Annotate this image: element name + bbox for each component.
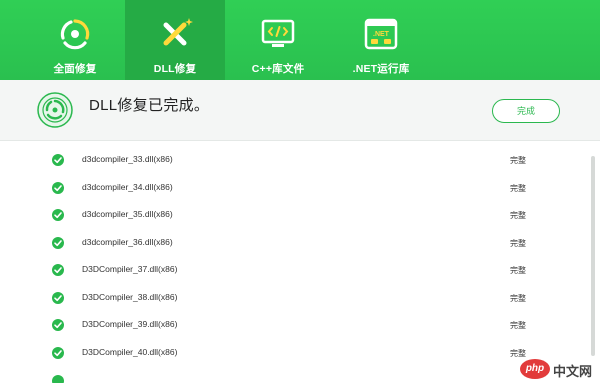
list-item: D3DCompiler_40.dll(x86) 完整 [0,340,580,367]
tab-cpp-library[interactable]: C++库文件 [228,0,328,80]
tab-label: C++库文件 [251,63,305,75]
php-cn-watermark: php 中文网 [520,359,598,381]
check-icon [52,154,64,166]
list-item: d3dcompiler_33.dll(x86) 完整 [0,147,580,174]
repair-complete-icon [37,92,73,128]
tab-dotnet-runtime[interactable]: .NET .NET运行库 [331,0,431,80]
file-name: d3dcompiler_33.dll(x86) [82,154,173,164]
net-badge-text: .NET [373,31,390,38]
file-status: 完整 [510,349,526,358]
file-status: 完整 [510,211,526,220]
file-name: D3DCompiler_40.dll(x86) [82,347,178,357]
status-message: DLL修复已完成。 [89,97,210,114]
refresh-icon [60,19,90,50]
check-icon [52,347,64,359]
tab-dll-repair[interactable]: DLL修复 [125,0,225,80]
file-name: d3dcompiler_36.dll(x86) [82,237,173,247]
tab-label: DLL修复 [153,63,197,75]
file-name: d3dcompiler_35.dll(x86) [82,209,173,219]
list-item: d3dcompiler_36.dll(x86) 完整 [0,230,580,257]
file-name: D3DCompiler_37.dll(x86) [82,264,178,274]
tab-full-repair[interactable]: 全面修复 [25,0,125,80]
watermark-text: 中文网 [553,364,593,379]
file-name: d3dcompiler_34.dll(x86) [82,182,173,192]
list-scrollbar[interactable] [591,156,595,356]
check-icon [52,237,64,249]
list-item: D3DCompiler_37.dll(x86) 完整 [0,257,580,284]
file-status: 完整 [510,266,526,275]
list-item: D3DCompiler_39.dll(x86) 完整 [0,312,580,339]
file-status: 完整 [510,156,526,165]
file-status: 完整 [510,184,526,193]
tab-label: .NET运行库 [352,63,410,75]
check-icon [52,319,64,331]
file-name: D3DCompiler_38.dll(x86) [82,292,178,302]
check-icon [52,209,64,221]
php-logo: php [520,359,550,379]
dll-file-list: d3dcompiler_33.dll(x86) 完整 d3dcompiler_3… [0,146,600,383]
done-button[interactable]: 完成 [492,99,560,123]
file-status: 完整 [510,239,526,248]
list-item: d3dcompiler_35.dll(x86) 完整 [0,202,580,229]
top-nav-bar: 全面修复 DLL修复 C++库文件 .NET .NET运行库 [0,0,600,80]
check-icon [52,292,64,304]
list-item: D3DCompiler_38.dll(x86) 完整 [0,285,580,312]
list-item-partial [0,368,580,383]
list-item: d3dcompiler_34.dll(x86) 完整 [0,175,580,202]
file-status: 完整 [510,321,526,330]
code-monitor-icon [261,19,295,47]
check-icon [52,182,64,194]
check-icon [52,375,64,383]
dotnet-window-icon: .NET [364,18,398,50]
file-name: D3DCompiler_39.dll(x86) [82,319,178,329]
check-icon [52,264,64,276]
tab-label: 全面修复 [53,63,97,75]
file-status: 完整 [510,294,526,303]
wrench-sparkle-icon [163,18,193,46]
